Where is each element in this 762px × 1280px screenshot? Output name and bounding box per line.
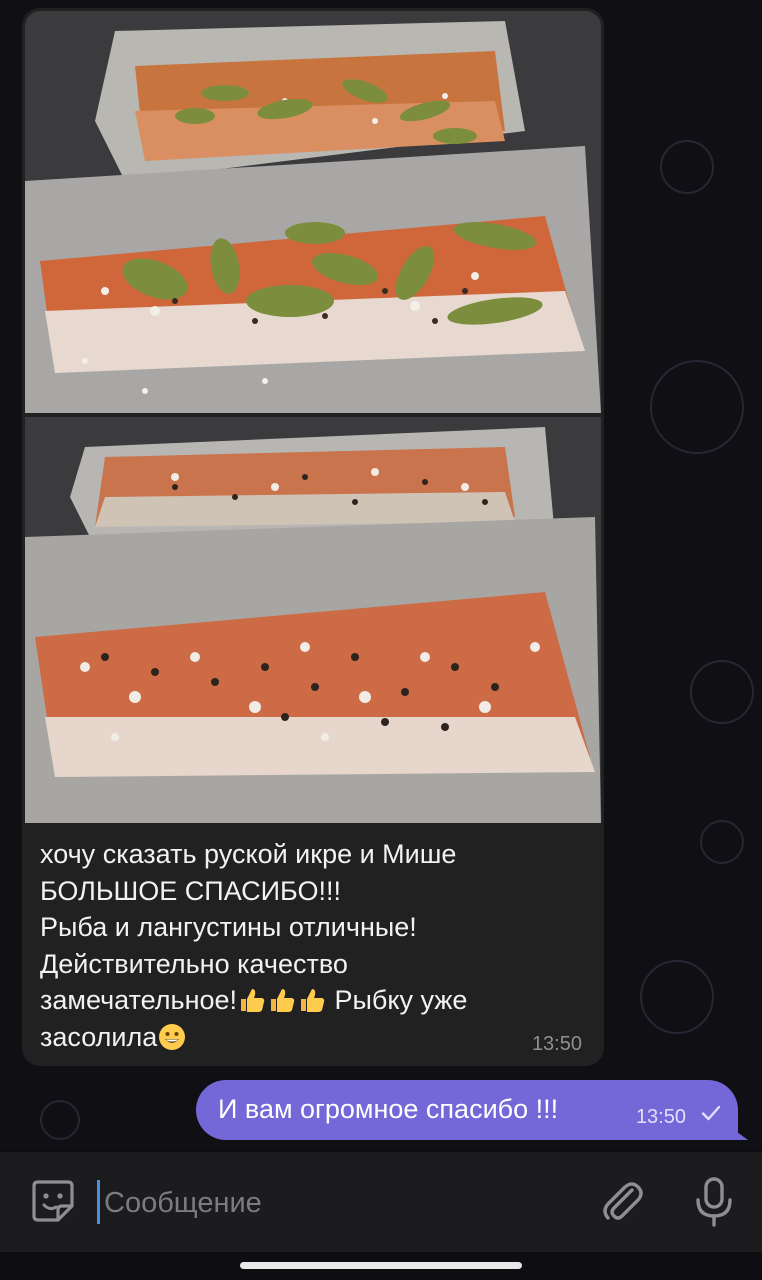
message-line: засолила	[40, 1021, 158, 1052]
message-input[interactable]	[104, 1178, 564, 1228]
background-doodle	[650, 360, 744, 454]
message-line: хочу сказать руской икре и Мише	[40, 839, 457, 869]
incoming-message-bubble[interactable]: хочу сказать руской икре и Мише БОЛЬШОЕ …	[22, 8, 604, 1066]
message-line: замечательное!	[40, 985, 238, 1015]
message-line: Действительно качество	[40, 948, 348, 979]
background-doodle	[700, 820, 744, 864]
photo-salted-fish-with-peppercorns[interactable]	[25, 417, 601, 823]
paperclip-icon[interactable]	[598, 1176, 646, 1226]
message-line: БОЛЬШОЕ СПАСИБО!!!	[40, 875, 341, 906]
microphone-icon[interactable]	[692, 1176, 736, 1228]
sticker-icon[interactable]	[30, 1178, 76, 1224]
outgoing-message-text: И вам огромное спасибо !!!	[218, 1094, 559, 1124]
message-line: Рыба и лангустины отличные!	[40, 912, 417, 942]
outgoing-bubble-tail	[726, 1124, 748, 1140]
message-line: Рыбку уже	[327, 985, 468, 1015]
thumbs-up-icon	[301, 989, 325, 1012]
background-doodle	[40, 1100, 80, 1140]
incoming-message-time: 13:50	[531, 1033, 582, 1055]
home-indicator[interactable]	[240, 1262, 522, 1269]
grinning-face-icon	[159, 1023, 186, 1050]
background-doodle	[690, 660, 754, 724]
thumbs-up-icon	[241, 989, 265, 1012]
text-cursor	[97, 1180, 100, 1224]
incoming-message-text: хочу сказать руской икре и Мише БОЛЬШОЕ …	[40, 836, 560, 1055]
thumbs-up-icon	[271, 989, 295, 1012]
message-composer	[0, 1152, 762, 1252]
single-check-icon	[701, 1105, 721, 1121]
photo-salted-fish-with-bay-leaves[interactable]	[25, 11, 601, 413]
background-doodle	[660, 140, 714, 194]
background-doodle	[640, 960, 714, 1034]
outgoing-message-time: 13:50	[635, 1106, 686, 1128]
outgoing-message-bubble[interactable]: И вам огромное спасибо !!! 13:50	[196, 1080, 738, 1140]
